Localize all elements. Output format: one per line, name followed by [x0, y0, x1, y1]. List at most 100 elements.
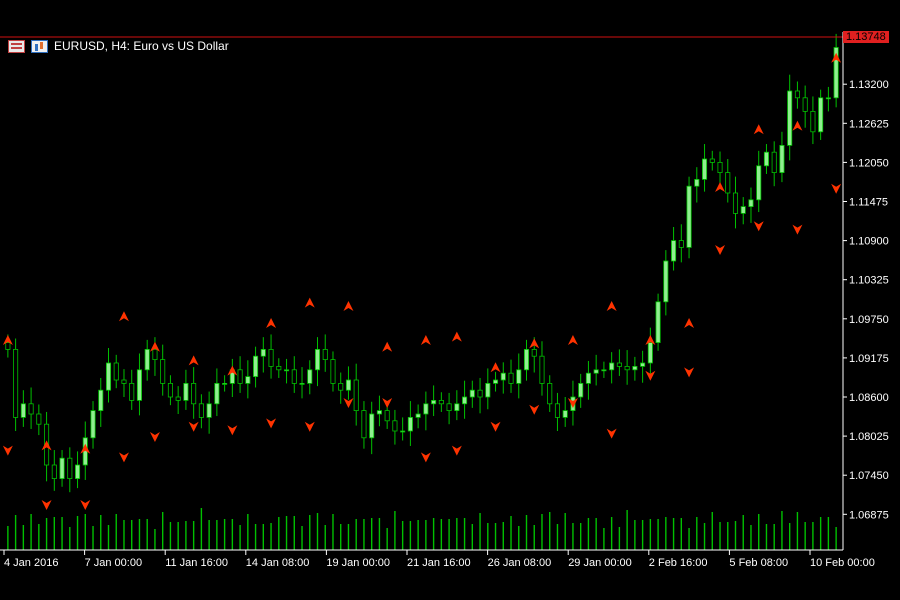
y-tick-label: 1.10900 — [849, 236, 889, 248]
x-tick-label: 19 Jan 00:00 — [326, 557, 390, 569]
current-price-tag: 1.13748 — [843, 31, 889, 43]
fractal-down-arrow — [304, 421, 315, 432]
bear-candle — [709, 158, 715, 163]
bear-candle — [237, 369, 243, 384]
x-tick-label: 2 Feb 16:00 — [649, 557, 708, 569]
bear-candle — [167, 382, 173, 398]
bear-candle — [121, 379, 127, 384]
bear-candle — [810, 111, 816, 133]
bull-candle — [779, 144, 785, 173]
x-tick-label: 4 Jan 2016 — [4, 557, 58, 569]
y-tick-label: 1.07450 — [849, 470, 889, 482]
bull-candle — [818, 97, 824, 133]
bull-candle — [671, 240, 677, 262]
bear-candle — [28, 403, 34, 415]
fractal-down-arrow — [490, 421, 501, 432]
bull-candle — [105, 362, 112, 391]
bear-candle — [477, 389, 483, 398]
bear-candle — [771, 151, 777, 173]
bull-candle — [314, 348, 321, 371]
bear-candle — [51, 464, 57, 480]
bear-candle — [36, 413, 42, 425]
fractal-down-arrow — [420, 452, 431, 463]
price-chart[interactable]: 1.13200 1.12625 1.12050 1.11475 1.10900 1.103… — [0, 0, 900, 600]
y-tick-label: 1.09750 — [849, 314, 889, 326]
bull-candle — [183, 382, 189, 401]
bear-candle — [392, 420, 398, 432]
bear-candle — [554, 403, 560, 418]
bear-candle — [616, 362, 622, 367]
bull-candle — [222, 382, 228, 385]
bear-candle — [160, 359, 166, 384]
bear-candle — [191, 382, 197, 405]
bull-candle — [245, 376, 251, 384]
bear-candle — [330, 359, 336, 384]
bear-candle — [67, 457, 73, 480]
bear-candle — [276, 365, 282, 371]
bull-candle — [423, 403, 429, 415]
symbol-title: EURUSD, H4: Euro vs US Dollar — [54, 39, 229, 53]
fractal-up-arrow — [188, 355, 199, 366]
bear-candle — [353, 379, 359, 412]
fractal-down-arrow — [451, 445, 462, 456]
bear-candle — [291, 369, 297, 384]
y-tick-label: 1.10325 — [849, 275, 889, 287]
x-tick-label: 14 Jan 08:00 — [246, 557, 310, 569]
x-tick-label: 29 Jan 00:00 — [568, 557, 632, 569]
fractal-up-arrow — [304, 297, 315, 308]
bull-candle — [90, 410, 96, 439]
fractal-arrows — [2, 52, 842, 510]
y-tick-label: 1.08025 — [849, 431, 889, 443]
bull-candle — [431, 399, 437, 405]
bear-candle — [438, 399, 444, 405]
fractal-down-arrow — [227, 425, 238, 436]
chart-menu-icon[interactable] — [8, 39, 25, 53]
y-tick-label: 1.11475 — [849, 197, 888, 209]
bull-candle — [632, 365, 638, 371]
fractal-down-arrow — [831, 183, 842, 194]
bull-candle — [75, 464, 81, 480]
fractal-down-arrow — [715, 245, 726, 255]
y-tick-label: 1.08600 — [849, 392, 889, 404]
bull-candle — [59, 457, 65, 480]
fractal-up-arrow — [420, 335, 431, 345]
fractal-up-arrow — [792, 120, 803, 131]
bull-candle — [299, 382, 305, 385]
fractal-down-arrow — [753, 221, 764, 232]
bear-candle — [322, 348, 328, 360]
bull-candle — [763, 151, 769, 167]
candlestick-series — [5, 33, 839, 493]
chart-header: EURUSD, H4: Euro vs US Dollar — [8, 38, 229, 54]
x-tick-label: 7 Jan 00:00 — [85, 557, 143, 569]
fractal-down-arrow — [792, 224, 803, 235]
bull-candle — [253, 355, 259, 378]
bull-candle — [98, 389, 104, 412]
bull-candle — [609, 362, 615, 371]
bull-candle — [655, 301, 661, 343]
y-tick-label: 1.09175 — [849, 353, 889, 365]
bull-candle — [694, 178, 700, 187]
x-tick-label: 11 Jan 16:00 — [165, 557, 228, 569]
bull-candle — [20, 403, 26, 418]
fractal-down-arrow — [2, 445, 13, 456]
volume-histogram — [7, 508, 837, 550]
price-axis: 1.13200 1.12625 1.12050 1.11475 1.10900 1.103… — [843, 79, 889, 521]
bear-candle — [539, 355, 545, 384]
bear-candle — [384, 410, 390, 422]
bear-candle — [508, 372, 514, 384]
fractal-up-arrow — [382, 341, 393, 352]
bull-candle — [407, 416, 413, 432]
bull-candle — [663, 260, 669, 303]
fractal-down-arrow — [118, 452, 129, 463]
bull-candle — [647, 342, 653, 364]
y-tick-label: 1.12625 — [849, 118, 889, 130]
bull-candle — [493, 379, 499, 384]
fractal-up-arrow — [715, 182, 726, 192]
bull-candle — [500, 372, 506, 381]
time-axis: 4 Jan 2016 7 Jan 00:00 11 Jan 16:00 14 Jan … — [3, 550, 875, 569]
fractal-down-arrow — [188, 421, 199, 432]
fractal-down-arrow — [41, 500, 52, 510]
y-tick-label: 1.06875 — [849, 509, 889, 521]
bear-candle — [547, 382, 553, 405]
chart-type-icon[interactable] — [31, 39, 48, 53]
